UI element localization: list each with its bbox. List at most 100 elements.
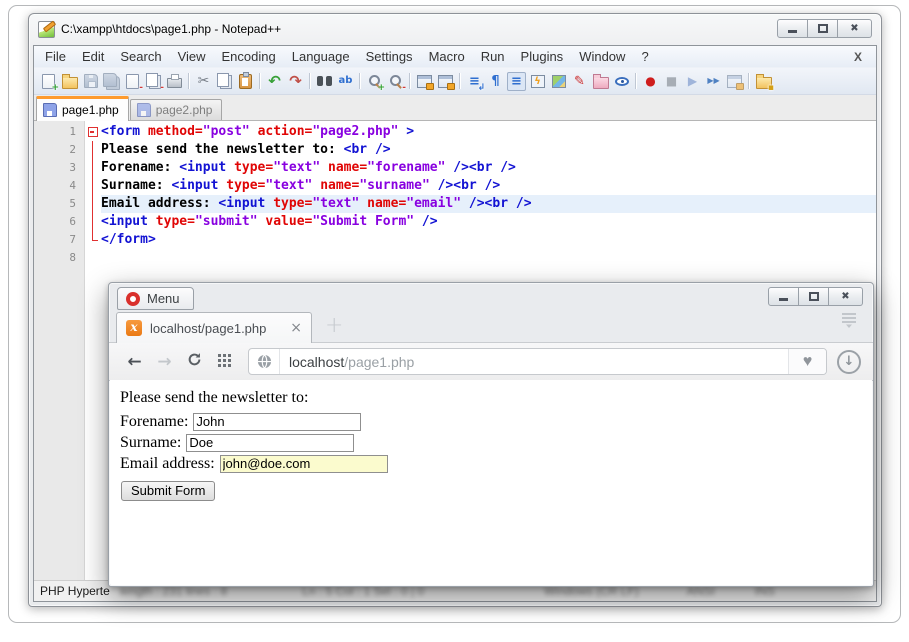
address-bar[interactable]: localhost/page1.php — [248, 348, 827, 375]
replace-icon[interactable]: ab — [336, 72, 355, 91]
redo-icon[interactable]: ↷ — [286, 72, 305, 91]
fold-marker[interactable] — [85, 141, 101, 159]
new-file-icon[interactable]: + — [39, 72, 58, 91]
fold-margin — [85, 249, 101, 267]
sync-horizontal-scroll-icon[interactable] — [436, 72, 455, 91]
word-wrap-icon[interactable]: ≡↲ — [465, 72, 484, 91]
surname-input[interactable] — [186, 434, 354, 452]
close-document-x[interactable]: X — [854, 50, 862, 64]
snippet-icon[interactable]: ✎ — [570, 72, 589, 91]
maximize-button[interactable] — [808, 19, 838, 38]
line-number: 2 — [34, 141, 85, 159]
project-panel-icon[interactable] — [591, 72, 610, 91]
code-token: "submit" — [195, 214, 258, 229]
forward-button[interactable]: → — [151, 352, 178, 372]
paste-glyph — [239, 74, 252, 89]
forename-input[interactable] — [193, 413, 361, 431]
speed-dial-icon[interactable] — [211, 352, 238, 372]
sync-vertical-scroll-glyph — [417, 75, 432, 88]
macro-run-multiple-icon[interactable]: ▶▶ — [704, 72, 723, 91]
macro-stop-glyph: ■ — [666, 75, 677, 87]
toolbar-separator — [359, 73, 361, 89]
function-list-icon[interactable]: ϟ — [528, 72, 547, 91]
fold-marker[interactable] — [85, 231, 101, 249]
indent-guide-icon[interactable]: ≡ — [507, 72, 526, 91]
save-icon[interactable] — [81, 72, 100, 91]
minimize-button[interactable] — [768, 287, 799, 306]
tab-page1-php[interactable]: page1.php — [36, 96, 129, 121]
fold-marker[interactable] — [85, 213, 101, 231]
code-token: "text" — [312, 196, 359, 211]
bookmark-heart-icon[interactable] — [788, 349, 826, 374]
find-icon[interactable] — [315, 72, 334, 91]
sync-vertical-scroll-icon[interactable] — [415, 72, 434, 91]
open-file-icon[interactable] — [60, 72, 79, 91]
open-file-glyph — [62, 77, 78, 89]
notepadpp-title-bar[interactable]: C:\xampp\htdocs\page1.php - Notepad++ — [29, 14, 881, 44]
fold-marker[interactable] — [85, 123, 101, 141]
copy-icon[interactable] — [215, 72, 234, 91]
new-tab-button[interactable] — [325, 315, 343, 337]
close-button[interactable] — [829, 287, 863, 306]
maximize-icon — [809, 292, 819, 301]
reload-button[interactable] — [181, 352, 208, 372]
page-intro-text: Please send the newsletter to: — [120, 389, 872, 407]
menu-item-window[interactable]: Window — [571, 49, 633, 64]
zoom-out-icon[interactable]: - — [386, 72, 405, 91]
back-button[interactable]: ← — [121, 352, 148, 372]
paste-icon[interactable] — [236, 72, 255, 91]
close-file-icon[interactable]: - — [123, 72, 142, 91]
menu-item-search[interactable]: Search — [112, 49, 169, 64]
rendered-web-page: Please send the newsletter to: Forename:… — [110, 380, 872, 585]
close-all-icon[interactable]: - — [144, 72, 163, 91]
document-map-icon[interactable] — [549, 72, 568, 91]
browser-tab-localhost[interactable]: localhost/page1.php — [116, 312, 312, 343]
zoom-out-glyph — [389, 74, 403, 88]
tab-page2-php[interactable]: page2.php — [130, 99, 223, 120]
menu-item-encoding[interactable]: Encoding — [214, 49, 284, 64]
code-token: name= — [320, 178, 359, 193]
fold-marker[interactable] — [85, 195, 101, 213]
document-monitor-icon[interactable] — [612, 72, 631, 91]
menu-item-settings[interactable]: Settings — [358, 49, 421, 64]
toolbar-separator — [748, 73, 750, 89]
tab-menu-icon[interactable] — [841, 313, 857, 333]
macro-save-icon[interactable] — [725, 72, 744, 91]
close-button[interactable] — [838, 19, 872, 38]
replace-glyph: ab — [339, 76, 353, 86]
code-token: "surname" — [359, 178, 429, 193]
cut-icon[interactable]: ✂ — [194, 72, 213, 91]
menu-item-help[interactable]: ? — [633, 49, 656, 64]
submit-form-button[interactable]: Submit Form — [121, 481, 215, 501]
print-icon[interactable] — [165, 72, 184, 91]
email-input[interactable] — [220, 455, 388, 473]
macro-play-icon[interactable]: ▶ — [683, 72, 702, 91]
menu-item-plugins[interactable]: Plugins — [513, 49, 572, 64]
maximize-button[interactable] — [799, 287, 829, 306]
save-all-icon[interactable] — [102, 72, 121, 91]
macro-record-icon[interactable]: ● — [641, 72, 660, 91]
menu-item-macro[interactable]: Macro — [421, 49, 473, 64]
globe-icon — [249, 349, 280, 374]
menu-item-edit[interactable]: Edit — [74, 49, 112, 64]
menu-item-run[interactable]: Run — [473, 49, 513, 64]
menu-item-language[interactable]: Language — [284, 49, 358, 64]
external-run-icon[interactable]: ▪ — [754, 72, 773, 91]
code-text: Forename: <input type="text" name="foren… — [101, 159, 876, 177]
fold-marker[interactable] — [85, 159, 101, 177]
menu-item-file[interactable]: File — [37, 49, 74, 64]
menu-item-view[interactable]: View — [170, 49, 214, 64]
tab-close-icon[interactable] — [290, 320, 302, 336]
snippet-glyph: ✎ — [574, 75, 585, 88]
macro-stop-icon[interactable]: ■ — [662, 72, 681, 91]
downloads-icon[interactable] — [837, 350, 861, 374]
opera-menu-button[interactable]: Menu — [117, 287, 194, 310]
fold-marker[interactable] — [85, 177, 101, 195]
code-text: Email address: <input type="text" name="… — [101, 195, 876, 213]
code-token: > — [398, 124, 414, 139]
minimize-button[interactable] — [777, 19, 808, 38]
code-token: Email address: — [101, 196, 218, 211]
zoom-in-icon[interactable]: + — [365, 72, 384, 91]
show-all-characters-icon[interactable]: ¶ — [486, 72, 505, 91]
undo-icon[interactable]: ↶ — [265, 72, 284, 91]
